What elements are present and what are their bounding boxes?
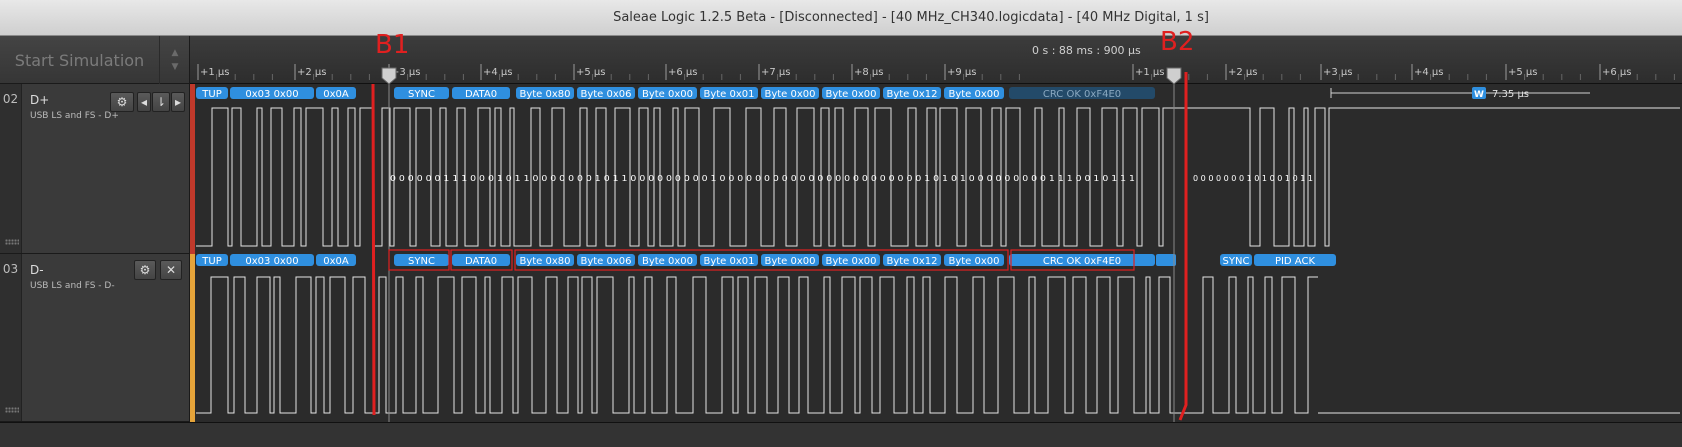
decoder-bubble-label: DATA0 — [465, 89, 497, 100]
decoder-bubble-label: Byte 0x01 — [703, 256, 754, 267]
decoder-bubble-label: Byte 0x06 — [580, 89, 631, 100]
ruler-tick-label: +8 μs — [854, 67, 884, 78]
ruler-tick-label: +1 μs — [1135, 67, 1165, 78]
decoder-bubble-label: Byte 0x00 — [825, 256, 876, 267]
decoder-bubble-label: 0x03 0x00 — [245, 89, 298, 100]
decoder-bubble-label: SYNC — [408, 256, 435, 267]
flag-icon[interactable] — [381, 67, 397, 85]
measurement-value: 7.35 μs — [1492, 89, 1529, 100]
waveform-d-minus — [196, 276, 1318, 414]
ruler-tick-label: +4 μs — [1414, 67, 1444, 78]
decoder-bubble-label: Byte 0x00 — [642, 256, 693, 267]
decoder-bubble-label: 0x0A — [323, 89, 349, 100]
time-position-readout: 0 s : 88 ms : 900 μs — [1032, 44, 1141, 57]
decoder-bubble-label: Byte 0x00 — [948, 89, 999, 100]
decoder-bubble-label: DATA0 — [465, 256, 497, 267]
marker-flag-b2[interactable] — [1166, 67, 1182, 422]
ruler-ticks: +1 μs +2 μs +3 μs +4 μs +5 μs +6 μs +7 μs +8 μs… — [197, 64, 1675, 80]
ruler-tick-label: +4 μs — [483, 67, 513, 78]
decoder-bubble-label: TUP — [201, 89, 221, 100]
decoder-bubble-label: 0x03 0x00 — [245, 256, 298, 267]
decoder-bubble-label: Byte 0x00 — [764, 89, 815, 100]
decoded-bits-d-plus-right: 0 0 0 0 0 0 0 1 0 1 0 0 1 0 1 1 — [1193, 174, 1313, 183]
ruler-tick-label: +1 μs — [200, 67, 230, 78]
annotation-label-b1: B1 — [375, 30, 409, 60]
ruler-tick-label: +2 μs — [1228, 67, 1258, 78]
decoder-bubble-label: SYNC — [1223, 256, 1250, 267]
waveform-overlay: 0 s : 88 ms : 900 μs +1 μs +2 μs +3 μs +4 μ… — [196, 27, 1680, 422]
ruler-tick-label: +6 μs — [1602, 67, 1632, 78]
decoder-bubble-label: SYNC — [408, 89, 435, 100]
decoder-bubble-label: Byte 0x00 — [825, 89, 876, 100]
measurement-badge-label: W — [1474, 90, 1484, 100]
flag-icon[interactable] — [1166, 67, 1182, 85]
ruler-tick-label: +5 μs — [1508, 67, 1538, 78]
ruler-tick-label: +7 μs — [761, 67, 791, 78]
decoder-row-d-plus: TUP 0x03 0x00 0x0A SYNC DATA0 Byte 0x80 Byte 0… — [196, 87, 1155, 100]
ruler-tick-label: +3 μs — [1323, 67, 1353, 78]
ruler-tick-label: +5 μs — [576, 67, 606, 78]
ruler-tick-label: +9 μs — [947, 67, 977, 78]
decoder-bubble-label: Byte 0x00 — [764, 256, 815, 267]
annotation-line-b2 — [1178, 72, 1188, 421]
decoder-bubble-label: CRC OK 0xF4E0 — [1043, 89, 1121, 100]
decoder-bubble-label: CRC OK 0xF4E0 — [1043, 256, 1121, 267]
decoder-bubble-label: Byte 0x00 — [642, 89, 693, 100]
ruler-tick-label: +6 μs — [668, 67, 698, 78]
annotation-label-b2: B2 — [1160, 27, 1194, 57]
decoded-bits-d-plus-left: 0 0 0 0 0 0 1 1 1 0 0 0 1 0 1 1 0 0 0 0 … — [390, 174, 1135, 183]
decoder-bubble-label: Byte 0x12 — [886, 89, 937, 100]
red-annotations: B1 B2 — [371, 27, 1194, 421]
decoder-row-d-minus: TUP 0x03 0x00 0x0A SYNC DATA0 Byte 0x80 Byte 0… — [196, 254, 1336, 267]
ruler-tick-label: +2 μs — [297, 67, 327, 78]
status-bar — [0, 422, 1682, 447]
decoder-bubble[interactable] — [1156, 254, 1176, 266]
decoder-bubble-label: PID ACK — [1275, 256, 1316, 267]
decoder-bubble-label: Byte 0x80 — [519, 89, 570, 100]
decoder-bubble-label: Byte 0x00 — [948, 256, 999, 267]
decoder-bubble-label: Byte 0x80 — [519, 256, 570, 267]
width-measurement[interactable]: W 7.35 μs — [1330, 87, 1590, 100]
decoder-bubble-label: 0x0A — [323, 256, 349, 267]
decoder-bubble-label: Byte 0x01 — [703, 89, 754, 100]
annotation-line-b1 — [371, 83, 376, 416]
decoder-bubble-label: TUP — [201, 256, 221, 267]
decoder-bubble-label: Byte 0x06 — [580, 256, 631, 267]
decoder-bubble-label: Byte 0x12 — [886, 256, 937, 267]
